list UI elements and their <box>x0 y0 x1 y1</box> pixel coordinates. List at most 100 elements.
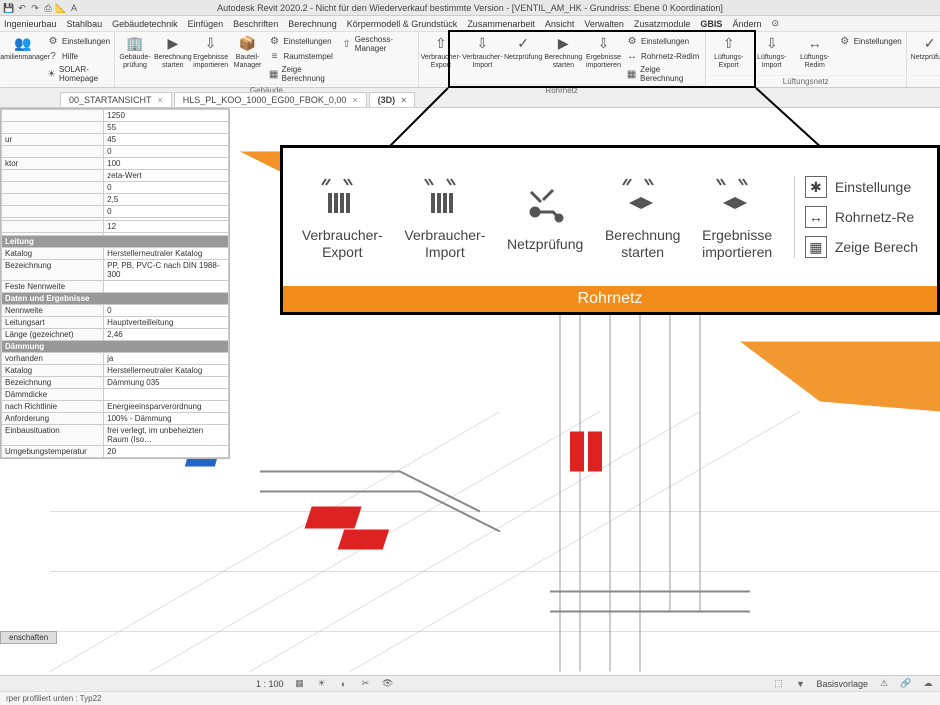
rohrnetz-redim-button[interactable]: ↔Rohrnetz-Re <box>805 206 918 228</box>
property-row[interactable]: 2,5 <box>2 194 229 206</box>
lueftungs-redim-button[interactable]: ↔Lüftungs-Redim <box>794 34 836 69</box>
menu-item[interactable]: Ändern <box>732 19 761 29</box>
property-row[interactable]: 1250 <box>2 110 229 122</box>
property-row[interactable]: 0 <box>2 206 229 218</box>
property-row[interactable]: zeta-Wert <box>2 170 229 182</box>
geschoss-manager-button[interactable]: ⇧Geschoss-Manager <box>340 34 416 54</box>
property-row[interactable]: 55 <box>2 122 229 134</box>
qat-text-icon[interactable]: A <box>69 3 79 13</box>
menu-item[interactable]: ⊙ <box>771 18 779 29</box>
property-value[interactable]: 1250 <box>104 110 229 122</box>
property-value[interactable]: 0 <box>104 305 229 317</box>
property-row[interactable]: 0 <box>2 182 229 194</box>
verbraucher-import-button[interactable]: Verbraucher- Import <box>404 173 485 261</box>
netzpruefung-button[interactable]: ✓Netzprüfung <box>504 34 543 62</box>
property-row[interactable]: Einbausituationfrei verlegt, im unbeheiz… <box>2 425 229 446</box>
property-row[interactable]: Anforderung100% - Dämmung <box>2 413 229 425</box>
scale-display[interactable]: 1 : 100 <box>256 679 284 689</box>
lueftungs-export-button[interactable]: ⇧Lüftungs-Export <box>708 34 750 69</box>
doc-tab[interactable]: HLS_PL_KOO_1000_EG00_FBOK_0,00× <box>174 92 367 107</box>
property-row[interactable]: 0 <box>2 146 229 158</box>
menu-item[interactable]: Körpermodell & Grundstück <box>347 19 458 29</box>
solar-homepage-button[interactable]: ☀SOLAR- Homepage <box>45 64 112 84</box>
doc-tab-active[interactable]: (3D)× <box>369 92 416 107</box>
property-row[interactable]: 12 <box>2 221 229 233</box>
template-label[interactable]: Basisvorlage <box>816 679 868 689</box>
property-value[interactable] <box>104 389 229 401</box>
property-value[interactable]: Dämmung 035 <box>104 377 229 389</box>
qat-redo-icon[interactable]: ↷ <box>30 3 40 13</box>
menu-item[interactable]: Beschriften <box>233 19 278 29</box>
property-value[interactable]: 0 <box>104 182 229 194</box>
property-row[interactable]: vorhandenja <box>2 353 229 365</box>
property-section-header[interactable]: Dämmung <box>2 341 229 353</box>
einstellungen-button[interactable]: ⚙Einstellungen <box>267 34 339 48</box>
einstellungen-button[interactable]: ⚙Einstellungen <box>837 34 904 48</box>
menu-item[interactable]: Zusammenarbeit <box>467 19 535 29</box>
qat-undo-icon[interactable]: ↶ <box>17 3 27 13</box>
verbraucher-export-button[interactable]: Verbraucher- Export <box>302 173 383 261</box>
property-row[interactable]: KatalogHerstellerneutraler Katalog <box>2 248 229 260</box>
ergebnisse-importieren-button[interactable]: Ergebnisse importieren <box>702 173 772 261</box>
property-row[interactable]: Umgebungstemperatur20 <box>2 446 229 458</box>
property-value[interactable]: Energieeinsparverordnung <box>104 401 229 413</box>
property-row[interactable]: ktor100 <box>2 158 229 170</box>
berechnung-starten-button[interactable]: ▶Berechnung starten <box>154 34 192 69</box>
menu-item-active[interactable]: GBIS <box>700 19 722 29</box>
netzpruefung-button[interactable]: Netzprüfung <box>507 182 583 253</box>
property-row[interactable]: BezeichnungPP, PB, PVC-C nach DIN 1988-3… <box>2 260 229 281</box>
property-value[interactable]: Herstellerneutraler Katalog <box>104 248 229 260</box>
property-section-header[interactable]: Leitung <box>2 236 229 248</box>
familienmanager-button[interactable]: 👥 Familienmanager <box>2 34 44 62</box>
hilfe-button[interactable]: ?Hilfe <box>45 49 112 63</box>
berechnung-starten-button[interactable]: Berechnung starten <box>605 173 681 261</box>
menu-item[interactable]: Ansicht <box>545 19 575 29</box>
property-value[interactable]: 20 <box>104 446 229 458</box>
property-row[interactable]: Feste Nennweite <box>2 281 229 293</box>
property-value[interactable]: Herstellerneutraler Katalog <box>104 365 229 377</box>
hide-icon[interactable]: 👁 <box>382 678 394 690</box>
property-value[interactable]: Hauptverteilleitung <box>104 317 229 329</box>
property-value[interactable]: 0 <box>104 146 229 158</box>
properties-panel[interactable]: 125055ur450ktor100zeta-Wert02,5012 Leitu… <box>0 108 230 459</box>
property-value[interactable]: ja <box>104 353 229 365</box>
qat-measure-icon[interactable]: 📐 <box>56 3 66 13</box>
zeige-berechnung-button[interactable]: ▦Zeige Berechnung <box>267 64 339 84</box>
property-value[interactable]: 45 <box>104 134 229 146</box>
menu-item[interactable]: Stahlbau <box>67 19 103 29</box>
doc-tab[interactable]: 00_STARTANSICHT× <box>60 92 172 107</box>
property-row[interactable]: Länge (gezeichnet)2,46 <box>2 329 229 341</box>
property-section-header[interactable]: Daten und Ergebnisse <box>2 293 229 305</box>
verbraucher-export-button[interactable]: ⇧Verbraucher-Export <box>421 34 461 69</box>
lueftungs-import-button[interactable]: ⇩Lüftungs-Import <box>751 34 793 69</box>
einstellungen-button[interactable]: ✱Einstellunge <box>805 176 918 198</box>
property-row[interactable]: KatalogHerstellerneutraler Katalog <box>2 365 229 377</box>
raumstempel-button[interactable]: ≡Raumstempel <box>267 49 339 63</box>
property-row[interactable]: BezeichnungDämmung 035 <box>2 377 229 389</box>
property-value[interactable] <box>104 281 229 293</box>
einstellungen-button[interactable]: ⚙Einstellungen <box>45 34 112 48</box>
view-icon[interactable]: ▦ <box>294 678 306 690</box>
sun-icon[interactable]: ☀ <box>316 678 328 690</box>
property-value[interactable]: frei verlegt, im unbeheizten Raum (Iso… <box>104 425 229 446</box>
shadow-icon[interactable]: ◐ <box>338 678 350 690</box>
link-icon[interactable]: 🔗 <box>900 678 912 690</box>
property-row[interactable]: ur45 <box>2 134 229 146</box>
ergebnisse-importieren-button[interactable]: ⇩Ergebnisse importieren <box>584 34 623 69</box>
property-value[interactable]: 100% - Dämmung <box>104 413 229 425</box>
qat-print-icon[interactable]: ⎙ <box>43 3 53 13</box>
close-icon[interactable]: × <box>401 95 406 105</box>
property-row[interactable]: Dämmdicke <box>2 389 229 401</box>
einstellungen-button[interactable]: ⚙Einstellungen <box>624 34 703 48</box>
menu-item[interactable]: Berechnung <box>288 19 337 29</box>
berechnung-starten-button[interactable]: ▶Berechnung starten <box>544 34 583 69</box>
qat-save-icon[interactable]: 💾 <box>4 3 14 13</box>
property-value[interactable]: 12 <box>104 221 229 233</box>
crop-icon[interactable]: ✂ <box>360 678 372 690</box>
gebaeude-pruefung-button[interactable]: 🏢Gebäude-prüfung <box>117 34 153 69</box>
menu-item[interactable]: Ingenieurbau <box>4 19 57 29</box>
property-value[interactable]: 55 <box>104 122 229 134</box>
property-value[interactable]: PP, PB, PVC-C nach DIN 1988-300 <box>104 260 229 281</box>
menu-item[interactable]: Gebäudetechnik <box>112 19 178 29</box>
menu-item[interactable]: Zusatzmodule <box>634 19 691 29</box>
